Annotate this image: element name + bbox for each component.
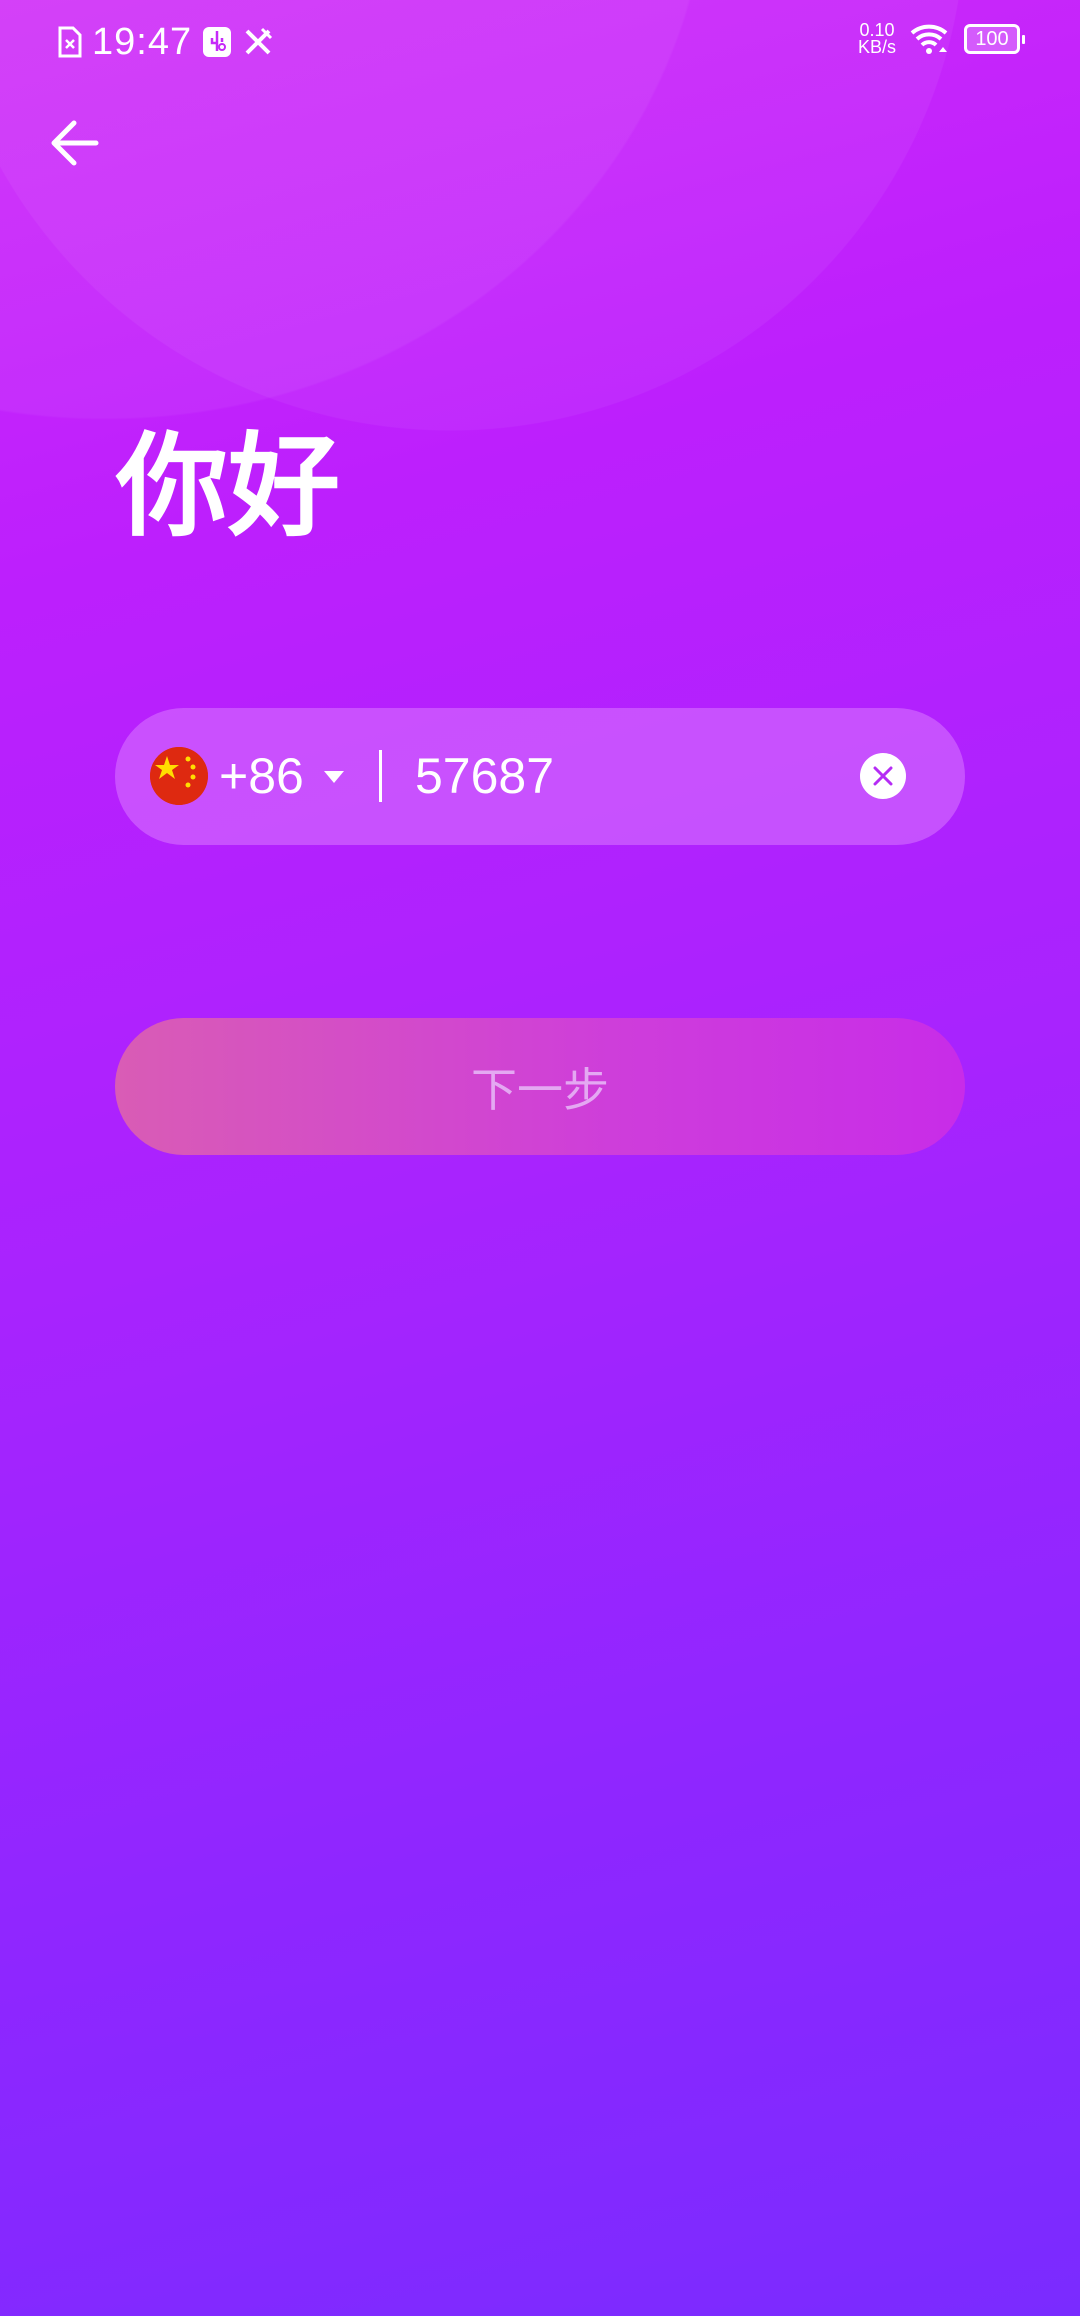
clock: 19:47	[92, 20, 193, 63]
back-button[interactable]	[50, 120, 100, 166]
phone-input-field: +86	[115, 708, 965, 845]
page-title: 你好	[116, 422, 340, 552]
country-code-selector[interactable]: +86	[219, 748, 304, 804]
sim-missing-icon	[58, 26, 82, 58]
tools-icon	[245, 27, 273, 55]
phone-number-input[interactable]	[415, 748, 795, 804]
usb-debug-icon	[203, 27, 232, 57]
network-speed: 0.10 KB/s	[857, 20, 896, 57]
china-flag-icon[interactable]	[150, 747, 208, 805]
battery-icon: 100	[964, 24, 1025, 54]
clear-circle-icon	[873, 766, 893, 786]
wifi-icon	[910, 24, 948, 54]
status-bar: 19:47 0.10 KB/s 100	[0, 0, 1080, 80]
divider	[379, 750, 382, 802]
next-button[interactable]: 下一步	[115, 1018, 965, 1155]
chevron-down-icon[interactable]	[324, 771, 344, 783]
clear-button[interactable]	[860, 753, 906, 799]
arrow-left-icon	[51, 120, 99, 166]
